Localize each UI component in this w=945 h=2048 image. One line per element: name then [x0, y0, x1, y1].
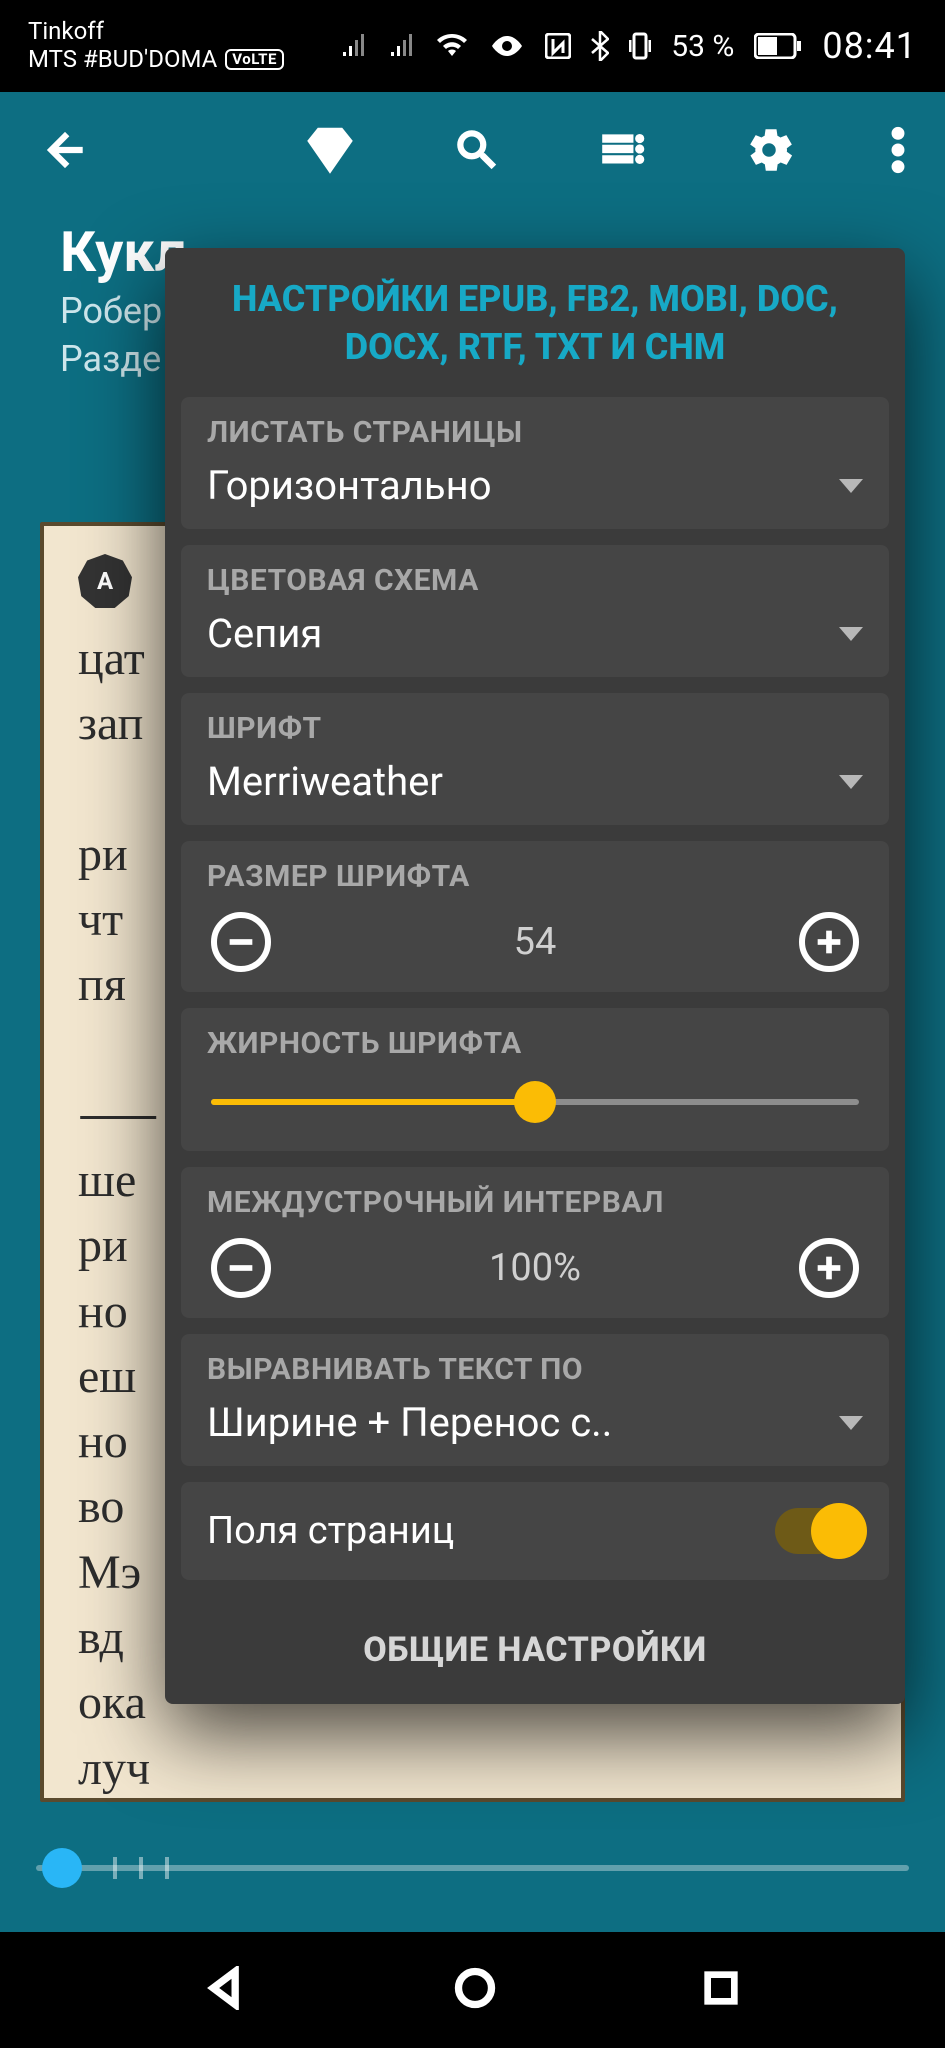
setting-label: РАЗМЕР ШРИФТА [207, 859, 863, 894]
gear-icon[interactable] [742, 123, 796, 181]
chevron-down-icon [839, 627, 863, 641]
more-icon[interactable] [891, 125, 905, 179]
chevron-down-icon [839, 775, 863, 789]
carrier-2: MTS #BUD'DOMA [28, 46, 217, 74]
bluetooth-icon [591, 31, 609, 61]
android-status-bar: Tinkoff MTS #BUD'DOMA VoLTE 53 % 08:41 [0, 0, 945, 92]
eye-icon [489, 34, 525, 58]
chevron-down-icon [839, 479, 863, 493]
setting-line-spacing: МЕЖДУСТРОЧНЫЙ ИНТЕРВАЛ 100% [181, 1167, 889, 1318]
setting-label: МЕЖДУСТРОЧНЫЙ ИНТЕРВАЛ [207, 1185, 863, 1220]
popup-title: НАСТРОЙКИ EPUB, FB2, MOBI, DOC, DOCX, RT… [181, 268, 889, 397]
nfc-icon [545, 33, 571, 59]
reading-progress-slider[interactable] [36, 1842, 909, 1894]
signal-icon [339, 32, 367, 60]
setting-label: ЦВЕТОВАЯ СХЕМА [207, 563, 863, 598]
setting-page-margins[interactable]: Поля страниц [181, 1482, 889, 1580]
back-icon[interactable] [40, 125, 90, 179]
auto-brightness-badge[interactable]: A [78, 554, 132, 608]
diamond-icon[interactable] [303, 123, 357, 181]
setting-label: ШРИФТ [207, 711, 863, 746]
battery-percent: 53 % [671, 29, 734, 64]
setting-value: Ширине + Перенос с.. [207, 1399, 612, 1446]
setting-text-align[interactable]: ВЫРАВНИВАТЬ ТЕКСТ ПО Ширине + Перенос с.… [181, 1334, 889, 1466]
setting-value: Сепия [207, 610, 322, 657]
font-weight-slider[interactable] [211, 1079, 859, 1125]
search-icon[interactable] [452, 125, 502, 179]
setting-value: Merriweather [207, 758, 443, 805]
setting-label: ВЫРАВНИВАТЬ ТЕКСТ ПО [207, 1352, 863, 1387]
chevron-down-icon [839, 1416, 863, 1430]
setting-paging[interactable]: ЛИСТАТЬ СТРАНИЦЫ Горизонтально [181, 397, 889, 529]
wifi-icon [435, 32, 469, 60]
increase-button[interactable] [799, 1238, 859, 1298]
nav-back-icon[interactable] [204, 1966, 248, 2014]
general-settings-button[interactable]: ОБЩИЕ НАСТРОЙКИ [181, 1596, 889, 1704]
signal-icon-2 [387, 32, 415, 60]
nav-recent-icon[interactable] [701, 1968, 741, 2012]
setting-value: Горизонтально [207, 462, 492, 509]
list-icon[interactable] [597, 125, 647, 179]
line-spacing-value: 100% [489, 1246, 581, 1290]
setting-label: Поля страниц [207, 1509, 454, 1553]
carrier-1: Tinkoff [28, 18, 284, 46]
toggle-switch[interactable] [775, 1508, 863, 1554]
app-toolbar [0, 92, 945, 212]
android-nav-bar [0, 1932, 945, 2048]
setting-font-family[interactable]: ШРИФТ Merriweather [181, 693, 889, 825]
setting-font-size: РАЗМЕР ШРИФТА 54 [181, 841, 889, 992]
setting-label: ЛИСТАТЬ СТРАНИЦЫ [207, 415, 863, 450]
decrease-button[interactable] [211, 912, 271, 972]
font-size-value: 54 [514, 920, 557, 964]
nav-home-icon[interactable] [453, 1966, 497, 2014]
status-clock: 08:41 [822, 25, 917, 67]
battery-icon [754, 33, 802, 59]
setting-color-scheme[interactable]: ЦВЕТОВАЯ СХЕМА Сепия [181, 545, 889, 677]
increase-button[interactable] [799, 912, 859, 972]
decrease-button[interactable] [211, 1238, 271, 1298]
setting-label: ЖИРНОСТЬ ШРИФТА [207, 1026, 863, 1061]
volte-badge: VoLTE [225, 49, 284, 70]
vibrate-icon [629, 31, 651, 61]
setting-font-weight: ЖИРНОСТЬ ШРИФТА [181, 1008, 889, 1151]
reader-settings-popup: НАСТРОЙКИ EPUB, FB2, MOBI, DOC, DOCX, RT… [165, 248, 905, 1704]
